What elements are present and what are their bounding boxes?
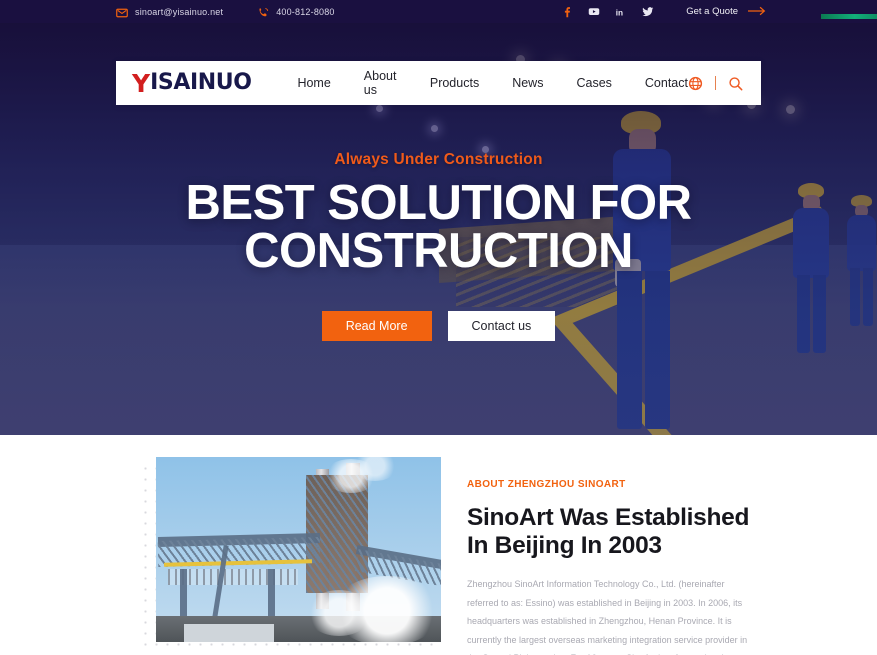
topbar-email-text: sinoart@yisainuo.net <box>135 6 224 17</box>
top-bar: sinoart@yisainuo.net 400-812-8080 in Get… <box>0 0 877 23</box>
hero-title-line2: CONSTRUCTION <box>244 224 633 279</box>
arrow-right-icon <box>747 3 769 21</box>
nav-item-products[interactable]: Products <box>430 76 479 90</box>
about-text-block: ABOUT ZHENGZHOU SINOART SinoArt Was Esta… <box>441 457 751 655</box>
site-logo[interactable]: Y ISAINUO <box>116 71 289 96</box>
nav-links: Home About us Products News Cases Contac… <box>297 69 688 97</box>
phone-icon <box>257 6 269 18</box>
hero-banner: Always Under Construction BEST SOLUTION … <box>0 23 877 435</box>
nav-divider <box>715 76 716 90</box>
nav-item-cases[interactable]: Cases <box>576 76 611 90</box>
topbar-phone[interactable]: 400-812-8080 <box>257 6 334 18</box>
hero-eyebrow: Always Under Construction <box>334 151 543 168</box>
read-more-button[interactable]: Read More <box>321 311 432 342</box>
about-heading: SinoArt Was Established In Beijing In 20… <box>467 504 751 560</box>
svg-text:in: in <box>616 8 623 17</box>
logo-text: ISAINUO <box>150 70 252 95</box>
nav-item-contact[interactable]: Contact <box>645 76 688 90</box>
twitter-icon[interactable] <box>642 6 654 18</box>
topbar-phone-text: 400-812-8080 <box>276 6 335 17</box>
youtube-icon[interactable] <box>588 6 600 18</box>
about-image <box>156 457 441 642</box>
nav-item-news[interactable]: News <box>512 76 543 90</box>
about-heading-line1: SinoArt Was Established <box>467 504 750 531</box>
contact-us-button[interactable]: Contact us <box>447 311 556 342</box>
hero-cta-group: Read More Contact us <box>321 311 556 342</box>
hero-title-line1: BEST SOLUTION FOR <box>185 176 693 230</box>
search-icon[interactable] <box>728 76 743 91</box>
topbar-email[interactable]: sinoart@yisainuo.net <box>116 6 223 18</box>
logo-mark-icon: Y <box>132 68 151 98</box>
about-body-text: Zhengzhou SinoArt Information Technology… <box>467 579 748 655</box>
globe-icon[interactable] <box>688 76 703 91</box>
envelope-icon <box>116 6 128 18</box>
main-navigation-bar: Y ISAINUO Home About us Products News Ca… <box>116 61 761 105</box>
facebook-icon[interactable] <box>561 6 573 18</box>
linkedin-icon[interactable]: in <box>615 6 627 18</box>
about-heading-line2: In Beijing In 2003 <box>467 532 662 560</box>
get-a-quote-button[interactable]: Get a Quote <box>686 3 769 21</box>
nav-item-home[interactable]: Home <box>297 76 330 90</box>
green-progress-bar <box>821 14 877 19</box>
hero-title: BEST SOLUTION FOR CONSTRUCTION <box>185 176 693 279</box>
nav-item-about-us[interactable]: About us <box>364 69 397 97</box>
about-kicker: ABOUT ZHENGZHOU SINOART <box>467 479 626 490</box>
get-a-quote-label: Get a Quote <box>686 6 738 17</box>
about-section: ABOUT ZHENGZHOU SINOART SinoArt Was Esta… <box>0 435 877 655</box>
social-links: in <box>561 6 654 18</box>
